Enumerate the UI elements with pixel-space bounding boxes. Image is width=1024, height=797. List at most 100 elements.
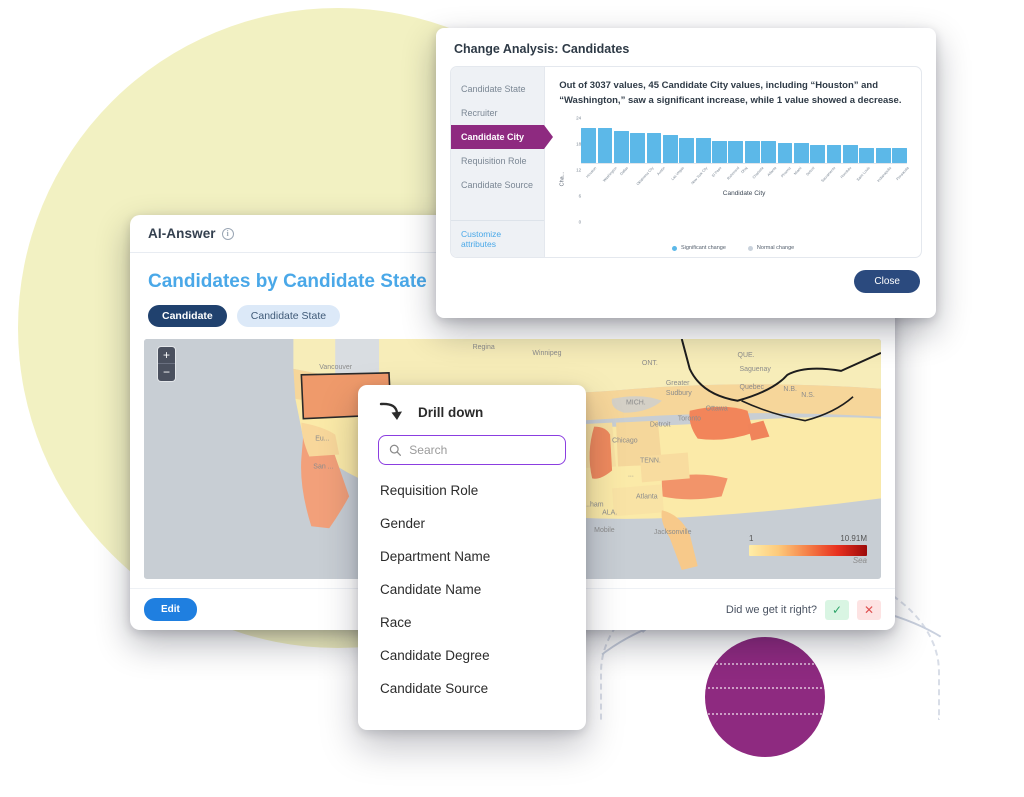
legend-label-significant: Significant change	[680, 245, 726, 251]
info-icon[interactable]: i	[221, 227, 234, 240]
svg-text:Toronto: Toronto	[678, 416, 701, 423]
change-analysis-content: Out of 3037 values, 45 Candidate City va…	[545, 67, 921, 257]
svg-text:Saguenay: Saguenay	[740, 366, 772, 373]
feedback-question: Did we get it right?	[725, 603, 817, 616]
change-analysis-panel: Candidate State Recruiter Candidate City…	[450, 66, 922, 258]
svg-text:Jacksonville: Jacksonville	[654, 529, 692, 536]
drill-down-item[interactable]: Department Name	[378, 540, 566, 573]
legend-label-normal: Normal change	[756, 245, 795, 251]
pill-candidate[interactable]: Candidate	[148, 305, 227, 327]
svg-text:Eu...: Eu...	[315, 436, 329, 443]
drill-down-item[interactable]: Gender	[378, 507, 566, 540]
y-axis-label: Cha...	[559, 171, 566, 187]
svg-text:...ham: ...ham	[584, 501, 604, 508]
zoom-in-button[interactable]: +	[158, 347, 175, 364]
svg-text:Greater: Greater	[666, 380, 690, 387]
y-tick-label: 0	[578, 219, 582, 225]
bar	[892, 147, 907, 164]
search-icon	[389, 444, 402, 456]
bar	[597, 127, 613, 164]
close-button[interactable]: Close	[854, 270, 920, 293]
map-zoom-controls[interactable]: + −	[158, 347, 175, 381]
drill-down-arrow-icon	[379, 402, 402, 420]
chart-y-axis: 24 18 12 6 0 Cha...	[559, 116, 582, 240]
legend-dot-significant	[671, 245, 677, 251]
chart-bars	[581, 118, 907, 165]
bar	[842, 145, 858, 164]
bar	[810, 144, 826, 164]
dialog-title: Change Analysis: Candidates	[454, 42, 630, 56]
bar	[875, 147, 891, 164]
edit-button[interactable]: Edit	[144, 598, 197, 621]
bar	[695, 138, 711, 164]
bar	[581, 127, 597, 164]
sidebar-item-candidate-city[interactable]: Candidate City	[451, 125, 554, 149]
svg-text:Mobile: Mobile	[594, 527, 615, 534]
zoom-out-button[interactable]: −	[158, 364, 175, 381]
legend-gradient-bar	[749, 545, 867, 556]
chart-plot-column: Houston Washington Dallas Oklahoma City Aust…	[581, 118, 910, 240]
y-axis-ticks: 24 18 12 6 0	[567, 116, 582, 225]
bar	[613, 130, 629, 164]
svg-text:Vancouver: Vancouver	[319, 364, 352, 371]
legend-entry-normal: Normal change	[747, 245, 795, 251]
change-analysis-dialog: Change Analysis: Candidates Candidate St…	[436, 28, 936, 318]
attribute-list: Candidate State Recruiter Candidate City…	[451, 67, 554, 220]
svg-text:San ...: San ...	[313, 463, 333, 470]
feedback-yes-icon[interactable]: ✓	[825, 599, 849, 620]
legend-caption: Sea	[852, 556, 867, 565]
svg-text:Winnipeg: Winnipeg	[532, 350, 561, 357]
drill-down-item[interactable]: Candidate Source	[378, 672, 566, 705]
sidebar-item-recruiter[interactable]: Recruiter	[451, 101, 544, 125]
svg-text:Quebec: Quebec	[740, 384, 765, 391]
sidebar-item-candidate-state[interactable]: Candidate State	[451, 77, 544, 101]
svg-text:Regina: Regina	[473, 344, 495, 351]
svg-text:TENN.: TENN.	[640, 457, 661, 464]
drill-down-item[interactable]: Candidate Name	[378, 573, 566, 606]
bar	[728, 140, 744, 164]
bar	[793, 142, 809, 164]
svg-text:Chicago: Chicago	[612, 438, 638, 445]
bar	[777, 142, 793, 164]
bar	[662, 135, 678, 164]
svg-text:MICH.: MICH.	[626, 400, 646, 407]
bar	[630, 132, 646, 164]
svg-text:Ottawa: Ottawa	[706, 406, 728, 413]
svg-text:Detroit: Detroit	[650, 422, 671, 429]
drill-down-header: Drill down	[378, 401, 566, 423]
feedback-no-icon[interactable]: ✕	[857, 599, 881, 620]
sidebar-item-candidate-source[interactable]: Candidate Source	[451, 173, 544, 197]
sidebar-item-requisition-role[interactable]: Requisition Role	[451, 149, 544, 173]
x-axis-tick-labels: Houston Washington Dallas Oklahoma City Aust…	[581, 164, 910, 194]
ai-answer-label: AI-Answer	[148, 226, 216, 241]
drill-down-option-list: Requisition Role Gender Department Name Can…	[378, 474, 566, 705]
svg-text:QUE.: QUE.	[738, 352, 755, 359]
bar	[859, 147, 875, 164]
attribute-sidebar: Candidate State Recruiter Candidate City…	[451, 67, 554, 257]
drill-down-menu: Drill down Requisition RoleGenderDepartm…	[358, 385, 586, 730]
svg-text:ALA.: ALA.	[602, 509, 617, 516]
customize-attributes-link[interactable]: Customize attributes	[451, 220, 545, 257]
drill-down-item[interactable]: Requisition Role	[378, 474, 566, 507]
pill-candidate-state[interactable]: Candidate State	[236, 305, 341, 327]
drill-down-title: Drill down	[418, 404, 484, 420]
chart-legend: Significant change Normal change	[559, 245, 907, 251]
bar	[712, 140, 727, 164]
search-input[interactable]	[409, 443, 555, 457]
bar	[826, 144, 842, 164]
drill-down-item[interactable]: Race	[378, 606, 566, 639]
analysis-description: Out of 3037 values, 45 Candidate City va…	[559, 80, 902, 106]
drill-down-item[interactable]: Candidate Degree	[378, 639, 566, 672]
feedback-group: Did we get it right? ✓ ✕	[725, 599, 881, 620]
screenshot-root: AI-Answer i Candidates by Candidate Stat…	[0, 0, 1024, 797]
svg-text:Sudbury: Sudbury	[666, 390, 692, 397]
change-bar-chart: 24 18 12 6 0 Cha... Houston Washington Dallas O…	[559, 116, 910, 240]
background-purple-sphere	[705, 637, 825, 757]
bar	[646, 132, 662, 164]
dialog-footer: Close	[436, 258, 936, 293]
bar	[679, 138, 695, 164]
svg-text:N.S.: N.S.	[801, 392, 815, 399]
bar	[744, 140, 760, 164]
search-box[interactable]	[378, 435, 566, 465]
legend-entry-significant: Significant change	[671, 245, 726, 251]
